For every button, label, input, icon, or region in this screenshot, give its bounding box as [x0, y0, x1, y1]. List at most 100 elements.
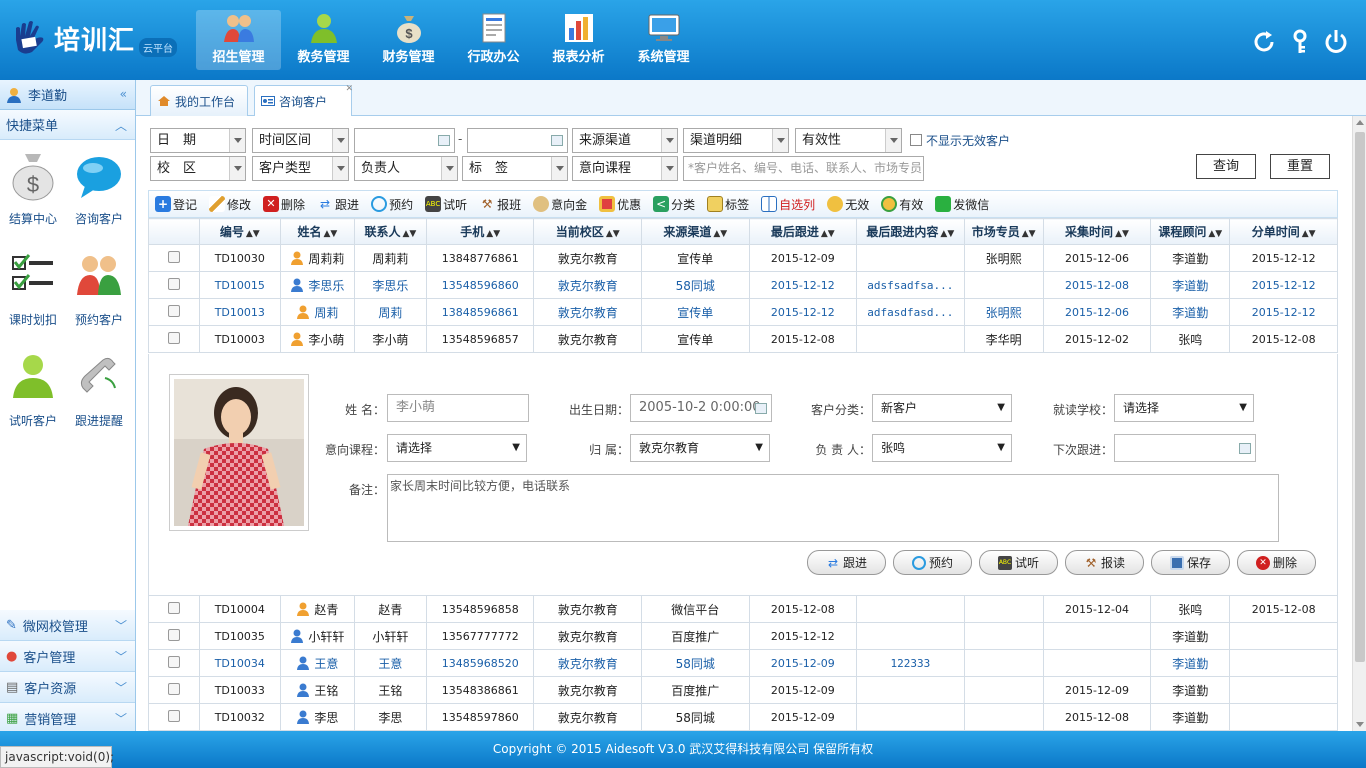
table-row[interactable]: TD10003 李小萌 李小萌 13548596857 敦克尔教育 宣传单 2015-12-… [148, 325, 1338, 353]
follow-button[interactable]: ⇄ 跟进 [317, 196, 359, 213]
section-customer[interactable]: ● 客户管理 ﹀ [0, 641, 135, 672]
birth-date-input[interactable]: 2005-10-2 0:00:00 [630, 394, 772, 422]
table-row[interactable]: TD10032 李思 李思 13548597860 敦克尔教育 58同城 2015-12-0… [148, 703, 1338, 731]
tab-consult-customer[interactable]: 咨询客户 ✕ [254, 84, 353, 116]
select-all-checkbox[interactable] [148, 218, 200, 245]
next-follow-input[interactable] [1114, 434, 1256, 462]
row-checkbox[interactable] [167, 601, 180, 614]
section-resources[interactable]: ▤ 客户资源 ﹀ [0, 672, 135, 703]
scrollbar-thumb[interactable] [1355, 132, 1365, 662]
nav-finance[interactable]: $ 财务管理 [366, 10, 451, 70]
owner-select[interactable]: 负责人 [354, 156, 458, 181]
row-checkbox[interactable] [167, 304, 180, 317]
keyword-search-input[interactable]: *客户姓名、编号、电话、联系人、市场专员 [683, 156, 924, 181]
calendar-icon[interactable] [1239, 443, 1251, 454]
course-select[interactable]: 意向课程 [572, 156, 678, 181]
section-marketing[interactable]: ▦ 营销管理 ﹀ [0, 703, 135, 734]
customer-type-select[interactable]: 客户类型 [252, 156, 349, 181]
vertical-scrollbar[interactable] [1352, 116, 1366, 731]
col-header-marketer[interactable]: 市场专员 ▲▼ [963, 218, 1044, 245]
query-button[interactable]: 查询 [1196, 154, 1256, 179]
tag-button[interactable]: 标签 [707, 196, 749, 213]
table-row[interactable]: TD10030 周莉莉 周莉莉 13848776861 敦克尔教育 宣传单 2015-12-… [148, 244, 1338, 272]
source-select[interactable]: 来源渠道 [572, 128, 678, 153]
enroll-button[interactable]: ⚒ 报班 [479, 196, 521, 213]
tab-workbench[interactable]: 我的工作台 [150, 85, 248, 116]
table-row[interactable]: TD10004 赵青 赵青 13548596858 敦克尔教育 微信平台 2015-12-0… [148, 595, 1338, 623]
nav-office[interactable]: 行政办公 [451, 10, 536, 70]
detail-delete-button[interactable]: ✕ 删除 [1237, 550, 1316, 575]
refresh-icon[interactable] [1250, 28, 1278, 56]
row-checkbox[interactable] [167, 277, 180, 290]
campus-select[interactable]: 校 区 [150, 156, 246, 181]
deposit-button[interactable]: 意向金 [533, 196, 587, 213]
register-button[interactable]: + 登记 [155, 196, 197, 213]
nav-enrollment[interactable]: 招生管理 [196, 10, 281, 70]
detail-trial-button[interactable]: ABC 试听 [979, 550, 1058, 575]
close-tab-icon[interactable]: ✕ [345, 84, 353, 94]
col-header-follow-content[interactable]: 最后跟进内容 ▲▼ [856, 218, 965, 245]
customer-photo[interactable] [169, 374, 309, 531]
table-row[interactable]: TD10034 王意 王意 13485968520 敦克尔教育 58同城 2015-12-0… [148, 649, 1338, 677]
name-input[interactable]: 李小萌 [387, 394, 529, 422]
row-checkbox[interactable] [167, 709, 180, 722]
delete-button[interactable]: ✕ 删除 [263, 196, 305, 213]
detail-save-button[interactable]: 保存 [1151, 550, 1230, 575]
belong-select[interactable]: 敦克尔教育 [630, 434, 770, 462]
nav-system[interactable]: 系统管理 [621, 10, 706, 70]
col-header-name[interactable]: 姓名 ▲▼ [279, 218, 355, 245]
invalid-button[interactable]: 无效 [827, 196, 869, 213]
reset-button[interactable]: 重置 [1270, 154, 1330, 179]
quick-item-booking[interactable]: 预约客户 [66, 251, 132, 346]
range-select[interactable]: 时间区间 [252, 128, 349, 153]
calendar-icon[interactable] [755, 403, 767, 414]
quick-menu-header[interactable]: 快捷菜单 ︿ [0, 110, 135, 140]
quick-item-hour-deduct[interactable]: 课时划扣 [0, 251, 66, 346]
source-detail-select[interactable]: 渠道明细 [683, 128, 789, 153]
col-header-phone[interactable]: 手机 ▲▼ [425, 218, 535, 245]
edit-button[interactable]: 修改 [209, 196, 251, 213]
row-checkbox[interactable] [167, 655, 180, 668]
validity-select[interactable]: 有效性 [795, 128, 902, 153]
calendar-icon[interactable] [551, 135, 563, 146]
course-select[interactable]: 请选择 [387, 434, 527, 462]
table-row[interactable]: TD10035 小轩轩 小轩轩 13567777772 敦克尔教育 百度推广 2015-12… [148, 622, 1338, 650]
row-checkbox[interactable] [167, 628, 180, 641]
brand-logo[interactable]: 培训汇 云平台 [10, 14, 178, 62]
collapse-sidebar-icon[interactable]: « [120, 87, 127, 101]
quick-item-reminder[interactable]: 跟进提醒 [66, 352, 132, 447]
discount-button[interactable]: 优惠 [599, 196, 641, 213]
valid-button[interactable]: 有效 [881, 196, 923, 213]
remark-textarea[interactable]: 家长周末时间比较方便，电话联系 [387, 474, 1279, 542]
hide-invalid-checkbox[interactable] [910, 134, 922, 146]
row-checkbox[interactable] [167, 331, 180, 344]
book-button[interactable]: 预约 [371, 196, 413, 213]
end-date-input[interactable] [467, 128, 568, 153]
col-header-advisor[interactable]: 课程顾问 ▲▼ [1150, 218, 1231, 245]
owner-select[interactable]: 张鸣 [872, 434, 1012, 462]
nav-reports[interactable]: 报表分析 [536, 10, 621, 70]
tag-select[interactable]: 标 签 [462, 156, 568, 181]
section-micro-school[interactable]: ✎ 微网校管理 ﹀ [0, 610, 135, 641]
detail-follow-button[interactable]: ⇄ 跟进 [807, 550, 886, 575]
nav-academic[interactable]: 教务管理 [281, 10, 366, 70]
quick-item-trial[interactable]: 试听客户 [0, 352, 66, 447]
detail-enroll-button[interactable]: ⚒ 报读 [1065, 550, 1144, 575]
table-row[interactable]: TD10015 李思乐 李思乐 13548596860 敦克尔教育 58同城 2015-12… [148, 271, 1338, 299]
col-header-id[interactable]: 编号 ▲▼ [198, 218, 281, 245]
quick-item-settlement[interactable]: $ 结算中心 [0, 150, 66, 245]
col-header-assign-time[interactable]: 分单时间 ▲▼ [1229, 218, 1338, 245]
col-header-campus[interactable]: 当前校区 ▲▼ [533, 218, 642, 245]
trial-button[interactable]: ABC 试听 [425, 196, 467, 213]
send-wechat-button[interactable]: 发微信 [935, 196, 989, 213]
custom-columns-button[interactable]: 自选列 [761, 196, 815, 213]
col-header-contact[interactable]: 联系人 ▲▼ [353, 218, 427, 245]
classify-button[interactable]: < 分类 [653, 196, 695, 213]
detail-book-button[interactable]: 预约 [893, 550, 972, 575]
row-checkbox[interactable] [167, 250, 180, 263]
col-header-source[interactable]: 来源渠道 ▲▼ [641, 218, 750, 245]
calendar-icon[interactable] [438, 135, 450, 146]
col-header-last-follow[interactable]: 最后跟进 ▲▼ [748, 218, 858, 245]
category-select[interactable]: 新客户 [872, 394, 1012, 422]
date-select[interactable]: 日 期 [150, 128, 246, 153]
